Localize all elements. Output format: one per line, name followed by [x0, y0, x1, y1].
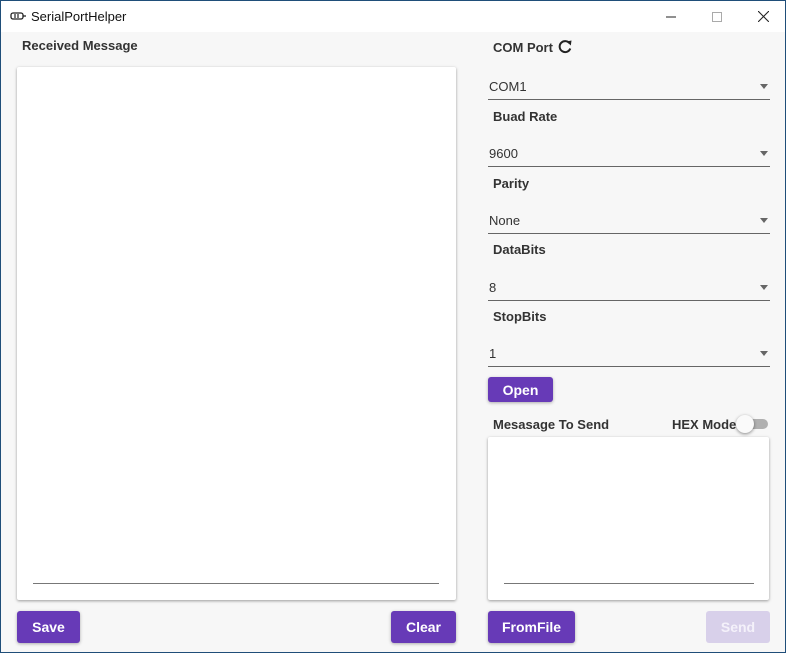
databits-select[interactable]: 8 — [488, 277, 770, 301]
clear-button[interactable]: Clear — [391, 611, 456, 643]
com-port-value: COM1 — [489, 79, 527, 94]
com-port-label: COM Port — [493, 40, 553, 55]
com-port-select[interactable]: COM1 — [488, 76, 770, 100]
received-message-box[interactable] — [17, 67, 456, 600]
message-to-send-box[interactable] — [488, 437, 769, 600]
parity-value: None — [489, 213, 521, 228]
chevron-down-icon — [760, 218, 768, 223]
chevron-down-icon — [760, 151, 768, 156]
message-to-send-label: Mesasage To Send — [493, 417, 610, 432]
close-icon — [757, 11, 769, 22]
fromfile-button[interactable]: FromFile — [488, 611, 575, 643]
open-button[interactable]: Open — [488, 377, 553, 402]
chevron-down-icon — [760, 285, 768, 290]
maximize-icon — [712, 11, 722, 22]
received-message-label: Received Message — [22, 38, 138, 53]
app-window: SerialPortHelper Received Message Save C… — [0, 0, 786, 653]
parity-label: Parity — [493, 176, 530, 191]
minimize-icon — [666, 16, 676, 17]
chevron-down-icon — [760, 84, 768, 89]
close-button[interactable] — [740, 1, 786, 32]
chevron-down-icon — [760, 351, 768, 356]
message-to-send-underline — [504, 583, 754, 584]
databits-label: DataBits — [493, 242, 546, 257]
refresh-icon[interactable] — [557, 39, 573, 55]
hex-mode-toggle[interactable] — [736, 415, 768, 433]
maximize-button[interactable] — [694, 1, 740, 32]
baud-rate-select[interactable]: 9600 — [488, 143, 770, 167]
hex-mode-label: HEX Mode — [672, 417, 737, 432]
databits-value: 8 — [489, 280, 497, 295]
received-message-underline — [33, 583, 439, 584]
baud-rate-label: Buad Rate — [493, 109, 558, 124]
stopbits-select[interactable]: 1 — [488, 343, 770, 367]
stopbits-value: 1 — [489, 346, 497, 361]
send-button[interactable]: Send — [706, 611, 770, 643]
window-title: SerialPortHelper — [31, 9, 127, 24]
parity-select[interactable]: None — [488, 210, 770, 234]
title-bar[interactable]: SerialPortHelper — [1, 1, 785, 32]
baud-rate-value: 9600 — [489, 146, 518, 161]
toggle-thumb — [736, 415, 754, 433]
app-icon — [10, 12, 26, 20]
stopbits-label: StopBits — [493, 309, 547, 324]
minimize-button[interactable] — [648, 1, 694, 32]
save-button[interactable]: Save — [17, 611, 80, 643]
